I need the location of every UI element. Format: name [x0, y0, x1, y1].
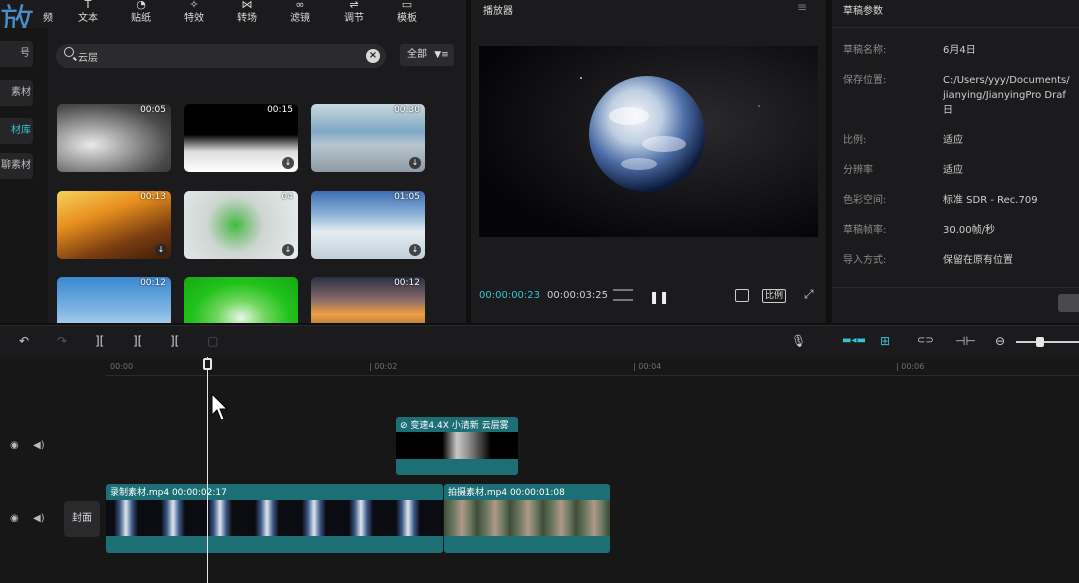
download-icon[interactable]: ↓ — [155, 244, 167, 256]
delete-icon[interactable]: ▢ — [207, 334, 218, 348]
mouse-cursor-icon — [211, 393, 229, 421]
player-panel: 播放器 ≡ 00:00:00:23 00:00:03:25 ❚❚ 比例 ⤢ — [471, 0, 826, 323]
grid-icon[interactable] — [613, 289, 633, 301]
microphone-icon[interactable]: 🎙 — [791, 334, 806, 348]
screenshot-icon[interactable] — [735, 289, 749, 302]
main-clip[interactable]: 拍摄素材.mp4 00:00:01:08 — [444, 484, 610, 553]
thumbnail-sunset-orange[interactable]: 00:13 ↓ — [57, 191, 171, 259]
modify-button[interactable] — [1058, 294, 1079, 312]
main-clip[interactable]: 录制素材.mp4 00:00:02:17 — [106, 484, 443, 553]
tab-template[interactable]: ▭ 模板 — [387, 0, 427, 28]
split-right-icon[interactable]: ][ — [170, 334, 179, 348]
search-box[interactable]: × — [56, 44, 386, 68]
left-nav: 号 素材 材库 聊素材 — [0, 28, 48, 323]
zoom-slider[interactable] — [1016, 341, 1079, 343]
effects-icon: ✧ — [189, 0, 199, 11]
video-viewer[interactable] — [479, 46, 818, 237]
tab-effects[interactable]: ✧ 特效 — [174, 0, 214, 28]
download-icon[interactable]: ↓ — [409, 244, 421, 256]
playhead-handle[interactable] — [203, 358, 212, 370]
tab-transition[interactable]: ⋈ 转场 — [227, 0, 267, 28]
zoom-out-icon[interactable]: ⊖ — [995, 334, 1005, 348]
timeline[interactable]: 00:00 | 00:02 | 00:04 | 00:06 ◉ ◀) ◉ ◀) … — [0, 357, 1079, 583]
link-main-track-icon[interactable]: ▬◂▬ — [842, 335, 866, 346]
thumbnail-clouds-gray[interactable]: 00:05 — [57, 104, 171, 172]
current-timecode: 00:00:00:23 — [479, 290, 541, 301]
preview-axis-icon[interactable]: ⊣⊢ — [955, 334, 976, 348]
split-left-icon[interactable]: ][ — [95, 334, 104, 348]
sticker-icon: ◔ — [136, 0, 146, 11]
tab-text[interactable]: T 文本 — [68, 0, 108, 28]
speaker-icon[interactable]: ◀) — [33, 440, 45, 451]
top-toolbar: 放 频 T 文本 ◔ 贴纸 ✧ 特效 ⋈ 转场 ∞ 滤镜 ⇌ 调节 ▭ 模板 — [0, 0, 466, 42]
pause-icon[interactable]: ❚❚ — [649, 290, 669, 304]
nav-item-account[interactable]: 号 — [0, 41, 33, 67]
clip-frames — [106, 500, 443, 536]
eye-icon[interactable]: ◉ — [10, 513, 19, 524]
speaker-icon[interactable]: ◀) — [33, 513, 45, 524]
transition-icon: ⋈ — [241, 0, 253, 11]
ruler-tick: | 00:06 — [896, 362, 925, 371]
thumbnail-sky-horizon[interactable]: 00:30 ↓ — [311, 104, 425, 172]
media-icon — [28, 0, 68, 12]
filter-button[interactable]: 全部 ▼≡ — [400, 44, 454, 66]
snap-icon[interactable]: ⊞ — [880, 334, 890, 348]
ruler-tick: | 00:04 — [633, 362, 662, 371]
link-icon[interactable]: ⊂⊃ — [917, 335, 934, 346]
thumbnail-clouds-black[interactable]: 00:15 ↓ — [184, 104, 298, 172]
fullscreen-icon[interactable]: ⤢ — [804, 287, 814, 302]
undo-icon[interactable]: ↶ — [19, 334, 29, 348]
download-icon[interactable]: ↓ — [282, 157, 294, 169]
cover-button[interactable]: 封面 — [64, 501, 100, 537]
earth-frame — [479, 46, 818, 237]
timeline-toolbar: ↶ ↷ ][ ][ ][ ▢ 🎙 ▬◂▬ ⊞ ⊂⊃ ⊣⊢ ⊖ — [0, 325, 1079, 357]
tab-filter[interactable]: ∞ 滤镜 — [280, 0, 320, 28]
ratio-button[interactable]: 比例 — [762, 289, 787, 303]
nav-item-library[interactable]: 材库 — [0, 118, 33, 144]
material-library: × 全部 ▼≡ 00:05 00:15 ↓ 00:30 ↓ 00:13 ↓ 04… — [48, 28, 466, 323]
download-icon[interactable]: ↓ — [409, 157, 421, 169]
thumbnail-blue-sky[interactable]: 00:12 — [57, 277, 171, 323]
clip-frames — [444, 500, 610, 536]
redo-icon[interactable]: ↷ — [57, 334, 67, 348]
thumbnail-green-screen[interactable] — [184, 277, 298, 323]
clear-icon[interactable]: × — [366, 49, 380, 63]
total-timecode: 00:00:03:25 — [547, 290, 609, 301]
text-icon: T — [84, 0, 92, 11]
tab-media[interactable]: 频 — [28, 0, 68, 28]
split-icon[interactable]: ][ — [133, 334, 142, 348]
search-input[interactable] — [78, 47, 358, 65]
filter-icon: ∞ — [295, 0, 305, 11]
player-title: 播放器 — [483, 6, 513, 17]
tab-adjust[interactable]: ⇌ 调节 — [334, 0, 374, 28]
ruler-tick: 00:00 — [110, 362, 134, 371]
eye-icon[interactable]: ◉ — [10, 440, 19, 451]
overlay-clip[interactable]: ⊘ 变速4.4X 小清新 云层雾 — [396, 417, 518, 475]
playhead[interactable] — [207, 357, 208, 583]
speed-icon: ⊘ — [400, 421, 411, 431]
menu-icon[interactable]: ≡ — [797, 0, 807, 14]
thumbnail-green-clouds[interactable]: 04 ↓ — [184, 191, 298, 259]
search-icon — [64, 47, 74, 57]
download-icon[interactable]: ↓ — [282, 244, 294, 256]
ruler-tick: | 00:02 — [369, 362, 398, 371]
divider — [832, 27, 1079, 28]
thumbnail-sea-of-clouds[interactable]: 01:05 ↓ — [311, 191, 425, 259]
filter-icon: ▼≡ — [434, 50, 449, 60]
nav-item-cloud[interactable]: 聊素材 — [0, 153, 33, 179]
divider — [832, 287, 1079, 288]
ruler-line — [106, 375, 1079, 376]
nav-item-materials[interactable]: 素材 — [0, 80, 33, 106]
draft-params-panel: 草稿参数 草稿名称: 6月4日 保存位置: C:/Users/yyy/Documen… — [832, 0, 1079, 323]
clip-frames — [396, 432, 518, 459]
thumbnail-sunset-horizon[interactable]: 00:12 — [311, 277, 425, 323]
params-title: 草稿参数 — [843, 6, 883, 17]
template-icon: ▭ — [401, 0, 413, 11]
adjust-icon: ⇌ — [349, 0, 359, 11]
tab-sticker[interactable]: ◔ 贴纸 — [121, 0, 161, 28]
zoom-slider-handle[interactable] — [1036, 337, 1044, 347]
